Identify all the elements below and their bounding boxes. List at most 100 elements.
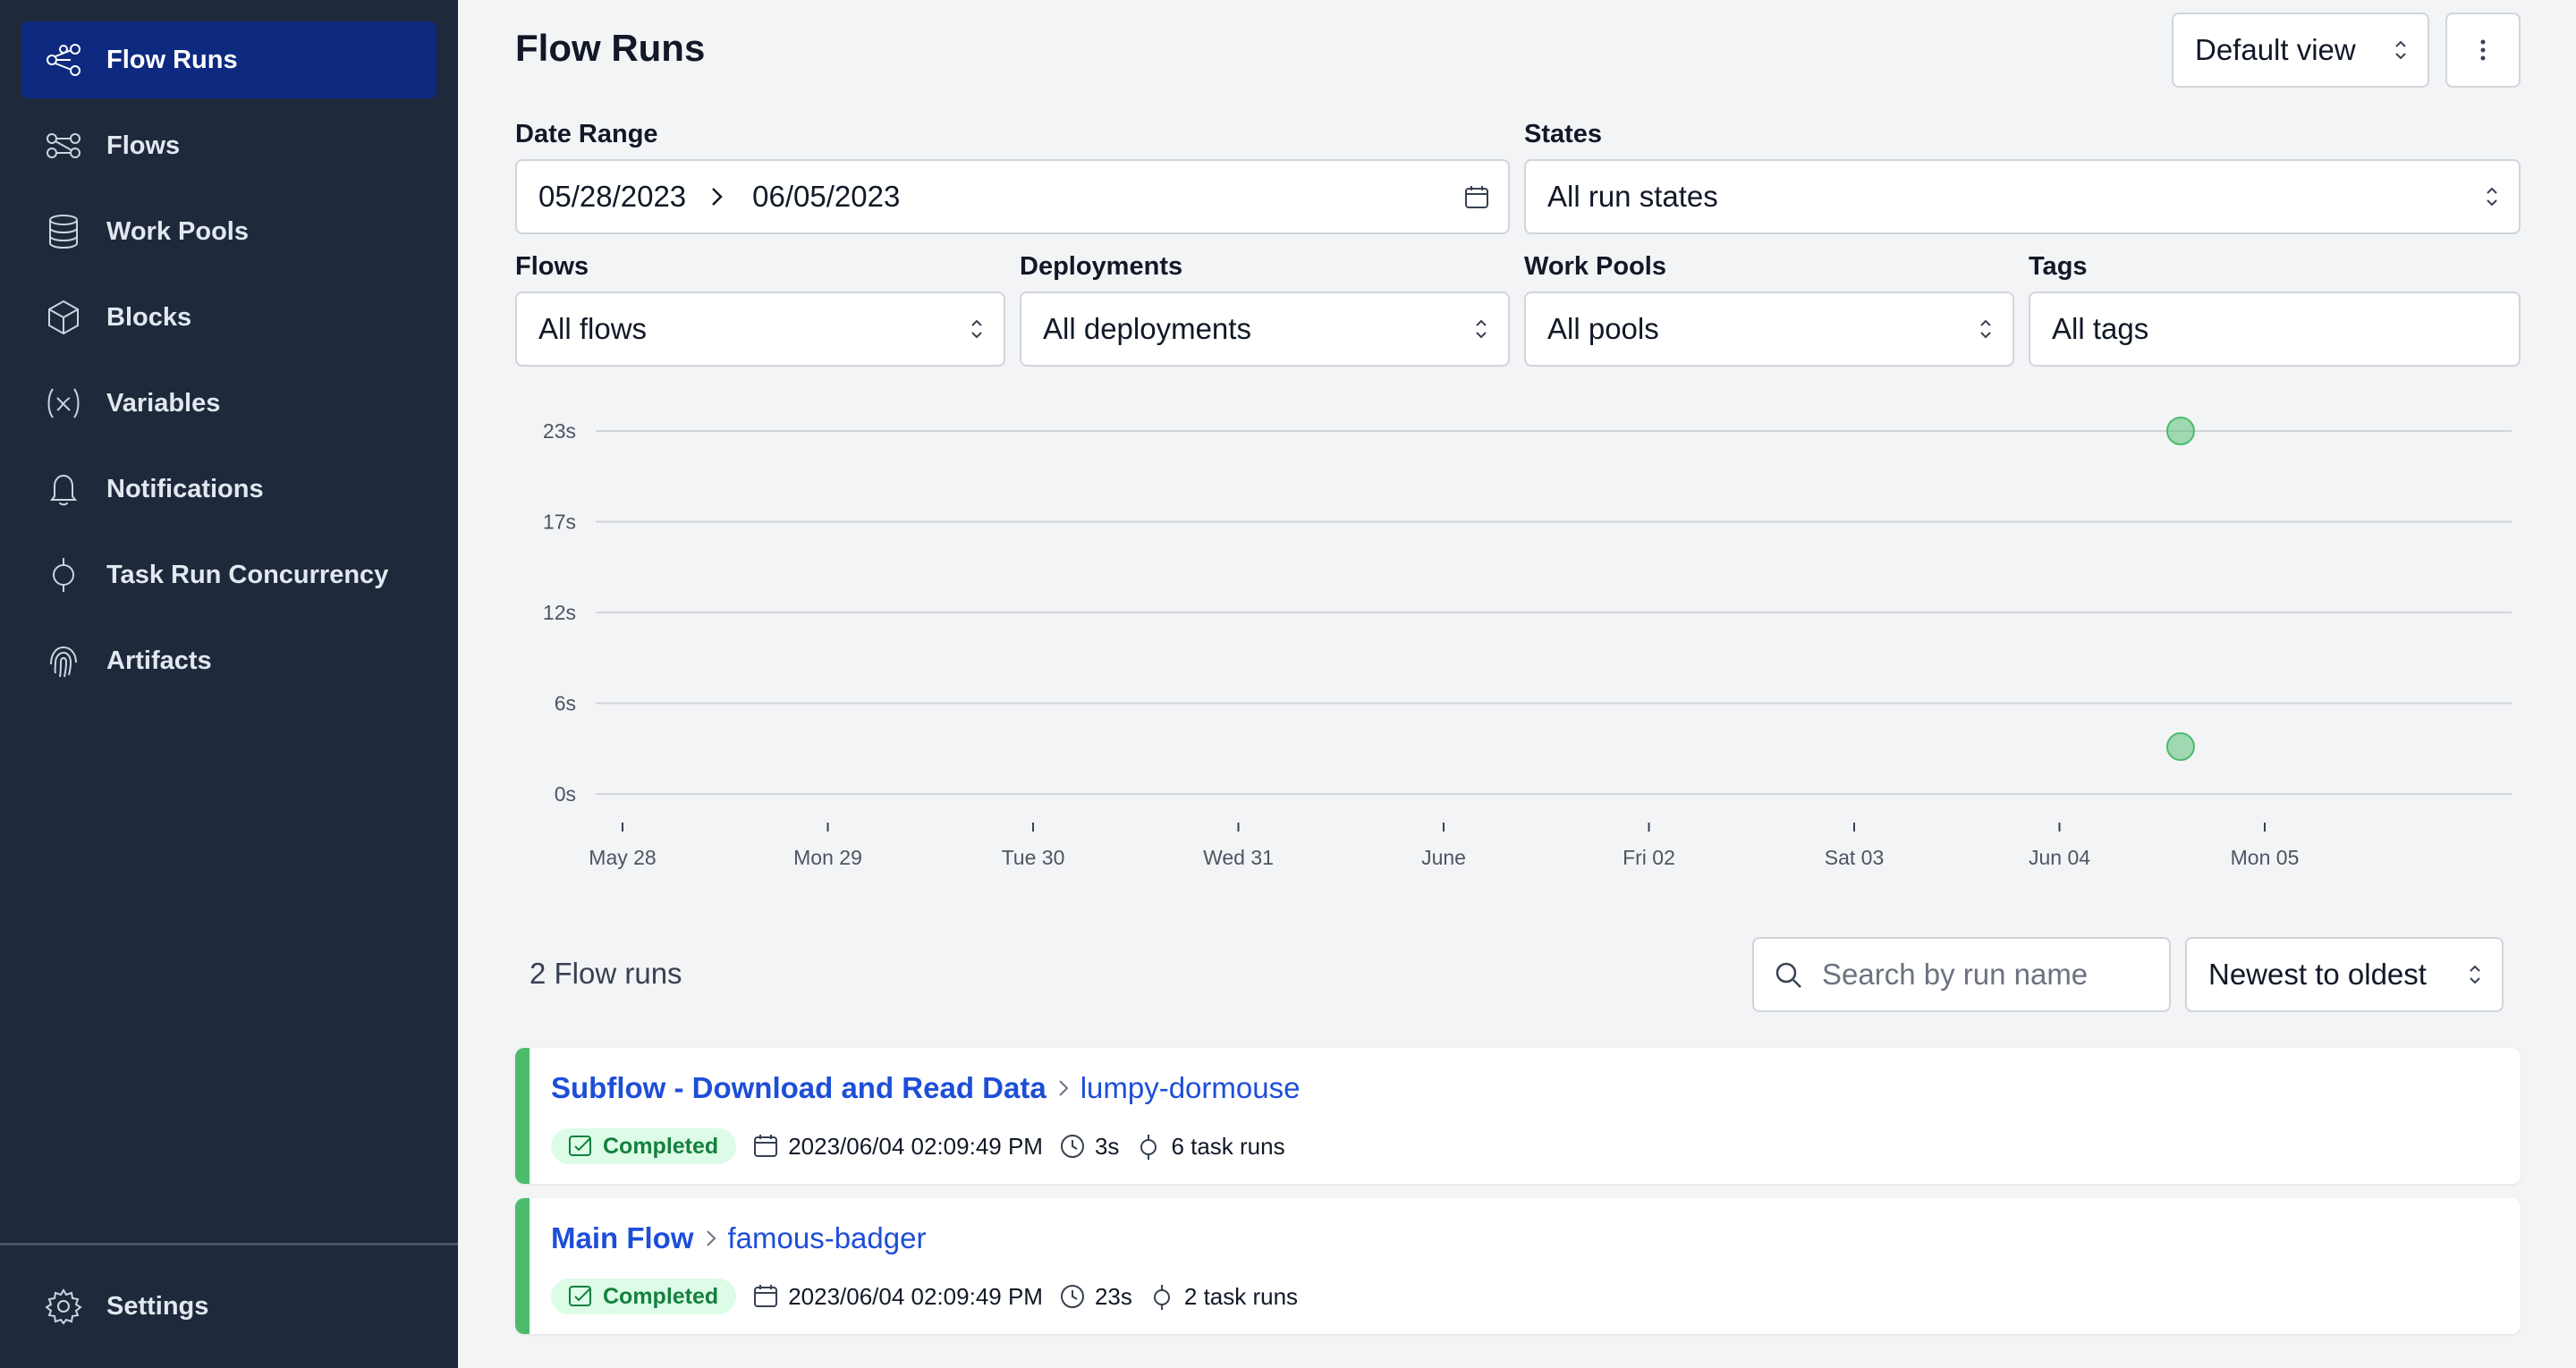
chevron-up-down-icon	[2395, 40, 2406, 60]
flow-name-link[interactable]: Main Flow	[551, 1221, 694, 1255]
flow-runs-chart: 0s 6s 12s 17s 23s May 28 Mon 29 Tue 30 Wed 31 Jun…	[458, 384, 2576, 885]
sidebar-item-label: Blocks	[106, 302, 192, 332]
chevron-up-down-icon	[1980, 319, 1991, 339]
x-tick-label: Fri 02	[1623, 846, 1675, 869]
status-badge: Completed	[551, 1279, 737, 1314]
sidebar-item-flows[interactable]: Flows	[21, 107, 436, 184]
duration-text: 23s	[1094, 1282, 1132, 1310]
status-label: Completed	[603, 1133, 719, 1159]
clock-icon	[1060, 1135, 1084, 1158]
status-label: Completed	[603, 1283, 719, 1309]
view-select-value: Default view	[2195, 33, 2356, 66]
y-tick-label: 0s	[555, 782, 576, 806]
tags-value: All tags	[2052, 312, 2149, 345]
bell-icon	[42, 468, 85, 511]
sidebar-item-label: Flow Runs	[106, 45, 238, 74]
search-input[interactable]	[1822, 958, 2144, 992]
x-tick-label: Jun 04	[2029, 846, 2090, 869]
flows-select[interactable]: All flows	[515, 291, 1005, 367]
task-runs-text: 6 task runs	[1171, 1132, 1285, 1160]
status-badge: Completed	[551, 1128, 737, 1164]
sidebar-item-work-pools[interactable]: Work Pools	[21, 193, 436, 270]
chevron-right-icon	[706, 1230, 716, 1246]
run-duration: 3s	[1059, 1133, 1119, 1161]
more-options-button[interactable]	[2445, 13, 2521, 88]
work-pools-value: All pools	[1547, 312, 1659, 345]
date-range-picker[interactable]: 05/28/2023 06/05/2023	[515, 159, 1510, 234]
tags-input[interactable]: All tags	[2029, 291, 2521, 367]
deployments-label: Deployments	[1020, 252, 1183, 281]
sidebar-item-settings[interactable]: Settings	[21, 1268, 436, 1345]
run-task-runs: 6 task runs	[1135, 1132, 1285, 1161]
duration-text: 3s	[1094, 1132, 1120, 1160]
x-tick-label: Mon 29	[793, 846, 862, 869]
kebab-menu-icon	[2480, 39, 2486, 61]
sidebar-item-label: Artifacts	[106, 646, 212, 675]
chevron-up-down-icon	[1476, 319, 1487, 339]
sort-select[interactable]: Newest to oldest	[2185, 937, 2504, 1012]
concurrency-icon	[42, 553, 85, 596]
chart-point[interactable]	[2165, 732, 2195, 762]
y-tick-label: 23s	[543, 419, 576, 443]
calendar-icon	[1465, 186, 1488, 208]
sidebar-item-label: Variables	[106, 388, 221, 418]
x-tick-label: Mon 05	[2231, 846, 2300, 869]
run-timestamp: 2023/06/04 02:09:49 PM	[752, 1133, 1043, 1161]
gear-icon	[42, 1285, 85, 1328]
sidebar-item-variables[interactable]: Variables	[21, 365, 436, 442]
run-meta: Completed 2023/06/04 02:09:49 PM 23s 2 t…	[551, 1279, 1298, 1314]
work-pools-select[interactable]: All pools	[1524, 291, 2014, 367]
clock-icon	[1060, 1285, 1084, 1308]
x-tick-label: June	[1421, 846, 1466, 869]
chevron-up-down-icon	[2487, 187, 2497, 207]
run-title: Subflow - Download and Read Data lumpy-d…	[551, 1071, 1300, 1105]
variable-icon	[42, 382, 85, 425]
y-tick-label: 12s	[543, 601, 576, 624]
x-tick-label: May 28	[589, 846, 656, 869]
concurrency-icon	[1153, 1285, 1170, 1310]
date-range-label: Date Range	[515, 120, 658, 148]
page-title: Flow Runs	[515, 27, 706, 69]
calendar-icon	[754, 1135, 778, 1157]
run-name-link[interactable]: famous-badger	[728, 1221, 927, 1255]
sidebar-item-blocks[interactable]: Blocks	[21, 279, 436, 356]
sort-value: Newest to oldest	[2208, 958, 2427, 991]
fingerprint-icon	[42, 639, 85, 682]
run-title: Main Flow famous-badger	[551, 1221, 926, 1255]
concurrency-icon	[1140, 1135, 1157, 1160]
sidebar-item-artifacts[interactable]: Artifacts	[21, 622, 436, 699]
sidebar-item-flow-runs[interactable]: Flow Runs	[21, 21, 436, 98]
y-tick-label: 6s	[555, 692, 576, 715]
sidebar-item-notifications[interactable]: Notifications	[21, 451, 436, 528]
search-icon	[1775, 962, 1801, 988]
states-select[interactable]: All run states	[1524, 159, 2521, 234]
run-duration: 23s	[1059, 1283, 1132, 1311]
check-square-icon	[569, 1136, 591, 1156]
run-name-link[interactable]: lumpy-dormouse	[1080, 1071, 1301, 1105]
states-label: States	[1524, 120, 1603, 148]
flow-name-link[interactable]: Subflow - Download and Read Data	[551, 1071, 1046, 1105]
search-box	[1752, 937, 2171, 1012]
chevron-right-icon	[1058, 1080, 1069, 1096]
work-pools-label: Work Pools	[1524, 252, 1666, 281]
sidebar: Flow Runs Flows Work Pools Blocks Variab…	[0, 0, 458, 1368]
database-icon	[42, 210, 85, 253]
deployments-value: All deployments	[1043, 312, 1251, 345]
chevron-up-down-icon	[971, 319, 982, 339]
flows-icon	[42, 124, 85, 167]
x-tick-label: Wed 31	[1203, 846, 1274, 869]
sidebar-item-label: Work Pools	[106, 216, 249, 246]
states-value: All run states	[1547, 180, 1718, 213]
run-task-runs: 2 task runs	[1148, 1283, 1298, 1311]
deployments-select[interactable]: All deployments	[1020, 291, 1510, 367]
view-select[interactable]: Default view	[2172, 13, 2429, 88]
flow-run-card[interactable]: Subflow - Download and Read Data lumpy-d…	[515, 1048, 2521, 1184]
sidebar-divider	[0, 1243, 458, 1246]
flow-run-card[interactable]: Main Flow famous-badger Completed 2023/0…	[515, 1198, 2521, 1334]
main-content: Flow Runs Default view Date Range 05/28/…	[458, 0, 2576, 1368]
timestamp-text: 2023/06/04 02:09:49 PM	[788, 1132, 1043, 1160]
sidebar-item-task-run-concurrency[interactable]: Task Run Concurrency	[21, 536, 436, 613]
chevron-up-down-icon	[2470, 965, 2480, 984]
sidebar-item-label: Notifications	[106, 474, 264, 503]
chart-point[interactable]	[2165, 417, 2195, 445]
